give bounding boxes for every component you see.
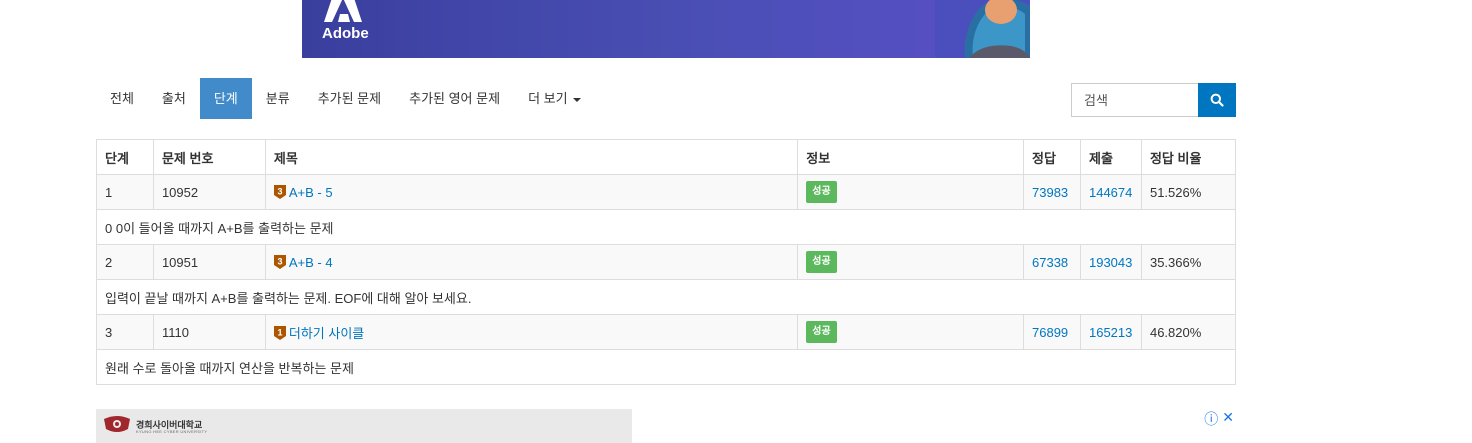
table-row: 2 10951 3 A+B - 4 성공 67338 193043 35.366… bbox=[96, 244, 1237, 280]
cell-correct: 67338 bbox=[1023, 244, 1081, 280]
correct-count-link[interactable]: 76899 bbox=[1032, 325, 1068, 340]
cell-title: 3 A+B - 4 bbox=[264, 244, 799, 280]
tab-category[interactable]: 분류 bbox=[252, 78, 304, 119]
header-ratio: 정답 비율 bbox=[1140, 139, 1237, 175]
header-submit: 제출 bbox=[1079, 139, 1142, 175]
cell-submit: 144674 bbox=[1079, 174, 1142, 210]
cell-correct: 76899 bbox=[1023, 314, 1081, 350]
header-step: 단계 bbox=[96, 139, 154, 175]
table-row-description: 원래 수로 돌아올 때까지 연산을 반복하는 문제 bbox=[96, 349, 1236, 385]
table-header-row: 단계 문제 번호 제목 정보 정답 제출 정답 비율 bbox=[96, 139, 1237, 175]
cell-correct: 73983 bbox=[1023, 174, 1081, 210]
submit-count-link[interactable]: 144674 bbox=[1089, 185, 1132, 200]
cell-step: 3 bbox=[96, 314, 154, 350]
tab-added-english-problems[interactable]: 추가된 영어 문제 bbox=[395, 78, 514, 119]
problem-title-link[interactable]: A+B - 4 bbox=[289, 255, 333, 270]
problem-table: 단계 문제 번호 제목 정보 정답 제출 정답 비율 1 10952 3 A+B… bbox=[96, 139, 1237, 385]
problem-description: 0 0이 들어올 때까지 A+B를 출력하는 문제 bbox=[96, 209, 1236, 245]
cell-info: 성공 bbox=[797, 174, 1024, 210]
cell-title: 1 더하기 사이클 bbox=[264, 314, 799, 350]
search-button[interactable] bbox=[1198, 83, 1236, 117]
cell-info: 성공 bbox=[797, 314, 1024, 350]
table-row: 3 1110 1 더하기 사이클 성공 76899 165213 46.820% bbox=[96, 314, 1237, 350]
cell-problem-id: 10952 bbox=[152, 174, 266, 210]
bronze-tier-icon: 1 bbox=[273, 325, 286, 340]
table-row-description: 0 0이 들어올 때까지 A+B를 출력하는 문제 bbox=[96, 209, 1236, 245]
bronze-tier-icon: 3 bbox=[273, 184, 286, 199]
tab-more-label: 더 보기 bbox=[528, 91, 568, 106]
ad-close-icon[interactable]: ✕ bbox=[1222, 409, 1234, 429]
cell-step: 2 bbox=[96, 244, 154, 280]
adobe-logo: Adobe bbox=[322, 0, 382, 58]
table-row: 1 10952 3 A+B - 5 성공 73983 144674 51.526… bbox=[96, 174, 1237, 210]
tab-step[interactable]: 단계 bbox=[199, 78, 252, 119]
status-badge: 성공 bbox=[806, 251, 837, 273]
status-badge: 성공 bbox=[806, 321, 837, 343]
problem-nav-tabs: 전체 출처 단계 분류 추가된 문제 추가된 영어 문제 더 보기 bbox=[96, 78, 595, 119]
adobe-brand-text: Adobe bbox=[322, 25, 369, 42]
table-row-description: 입력이 끝날 때까지 A+B를 출력하는 문제. EOF에 대해 알아 보세요. bbox=[96, 279, 1236, 315]
cell-submit: 165213 bbox=[1079, 314, 1142, 350]
tab-added-problems[interactable]: 추가된 문제 bbox=[304, 78, 395, 119]
cell-info: 성공 bbox=[797, 244, 1024, 280]
cell-submit: 193043 bbox=[1079, 244, 1142, 280]
cell-step: 1 bbox=[96, 174, 154, 210]
cell-ratio: 46.820% bbox=[1140, 314, 1237, 350]
status-badge: 성공 bbox=[806, 181, 837, 203]
cell-title: 3 A+B - 5 bbox=[264, 174, 799, 210]
caret-down-icon bbox=[572, 97, 581, 102]
adobe-icon bbox=[324, 0, 362, 22]
problem-description: 입력이 끝날 때까지 A+B를 출력하는 문제. EOF에 대해 알아 보세요. bbox=[96, 279, 1236, 315]
svg-text:3: 3 bbox=[277, 256, 282, 266]
university-emblem-icon bbox=[104, 416, 130, 432]
problem-title-link[interactable]: A+B - 5 bbox=[289, 185, 333, 200]
bronze-tier-icon: 3 bbox=[273, 254, 286, 269]
svg-text:3: 3 bbox=[277, 186, 282, 196]
bottom-ad-banner[interactable]: 경희사이버대학교 KYUNG HEE CYBER UNIVERSITY ⓘ ✕ bbox=[96, 409, 1236, 443]
header-info: 정보 bbox=[797, 139, 1024, 175]
search-form bbox=[1071, 83, 1236, 117]
correct-count-link[interactable]: 73983 bbox=[1032, 185, 1068, 200]
problem-title-link[interactable]: 더하기 사이클 bbox=[289, 326, 364, 341]
tab-all[interactable]: 전체 bbox=[96, 78, 148, 119]
problem-description: 원래 수로 돌아올 때까지 연산을 반복하는 문제 bbox=[96, 349, 1236, 385]
submit-count-link[interactable]: 193043 bbox=[1089, 255, 1132, 270]
header-correct: 정답 bbox=[1023, 139, 1081, 175]
header-title: 제목 bbox=[264, 139, 799, 175]
ad-info-icon[interactable]: ⓘ bbox=[1204, 409, 1218, 429]
search-input[interactable] bbox=[1071, 83, 1198, 117]
header-problem-id: 문제 번호 bbox=[152, 139, 266, 175]
ad-content[interactable]: 경희사이버대학교 KYUNG HEE CYBER UNIVERSITY bbox=[96, 409, 632, 443]
ad-controls: ⓘ ✕ bbox=[1204, 409, 1234, 429]
search-icon bbox=[1210, 93, 1224, 107]
cell-ratio: 35.366% bbox=[1140, 244, 1237, 280]
submit-count-link[interactable]: 165213 bbox=[1089, 325, 1132, 340]
svg-text:1: 1 bbox=[277, 327, 282, 337]
banner-person-image bbox=[935, 0, 1030, 58]
cell-ratio: 51.526% bbox=[1140, 174, 1237, 210]
correct-count-link[interactable]: 67338 bbox=[1032, 255, 1068, 270]
tab-source[interactable]: 출처 bbox=[148, 78, 200, 119]
top-ad-banner[interactable]: Adobe bbox=[302, 0, 1030, 58]
cell-problem-id: 1110 bbox=[152, 314, 266, 350]
ad-university-subtitle: KYUNG HEE CYBER UNIVERSITY bbox=[136, 429, 208, 434]
cell-problem-id: 10951 bbox=[152, 244, 266, 280]
tab-more-dropdown[interactable]: 더 보기 bbox=[514, 78, 595, 119]
